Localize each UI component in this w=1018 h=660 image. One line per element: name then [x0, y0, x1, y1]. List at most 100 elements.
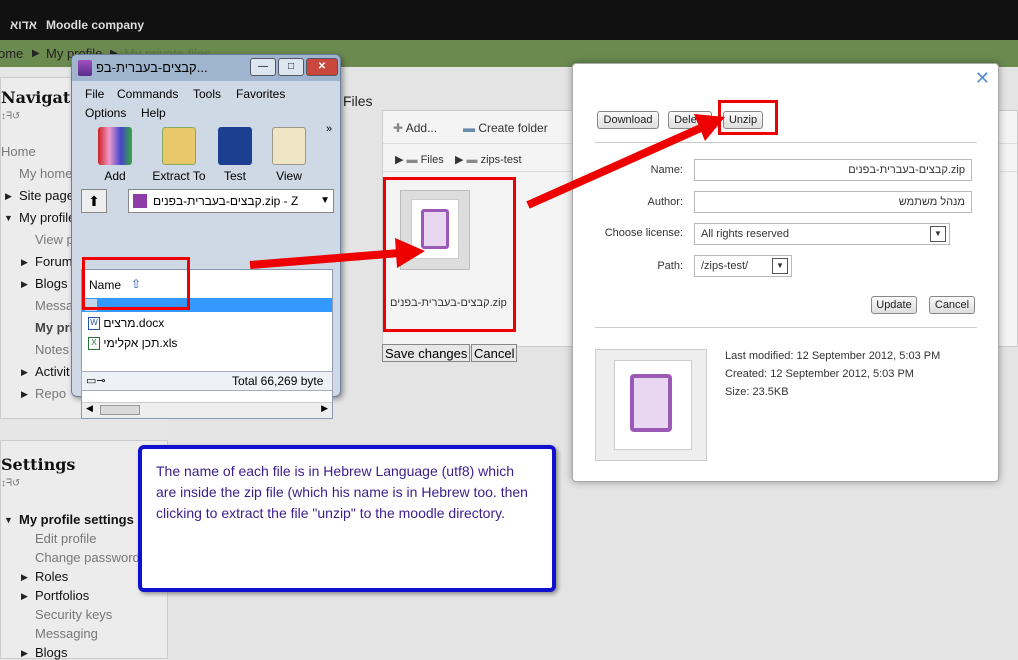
- expand-icon[interactable]: ▶: [21, 648, 28, 659]
- nav-my-profile[interactable]: My profile: [19, 210, 75, 225]
- winrar-title: קבצים-בעברית-בפ...: [96, 60, 208, 75]
- nav-activity[interactable]: Activit: [35, 364, 70, 379]
- update-button[interactable]: Update: [871, 296, 917, 314]
- close-button[interactable]: ✕: [306, 58, 338, 76]
- company-link[interactable]: Moodle company: [46, 18, 144, 32]
- path-select[interactable]: /zips-test/▼: [694, 255, 792, 277]
- dialog-cancel-button[interactable]: Cancel: [929, 296, 975, 314]
- menu-tools[interactable]: Tools: [193, 87, 221, 101]
- dock-icons[interactable]: ↕ᖷ↺: [1, 111, 20, 122]
- settings-messaging[interactable]: Messaging: [35, 626, 98, 641]
- breadcrumb-sep: ▶: [32, 48, 40, 59]
- minimize-button[interactable]: —: [250, 58, 276, 76]
- scroll-left-icon[interactable]: ◀: [86, 403, 93, 414]
- path-label: Path:: [657, 260, 683, 272]
- nav-my-private-files: My pri: [35, 320, 74, 335]
- close-icon[interactable]: ✕: [975, 68, 990, 89]
- nav-forums[interactable]: Forum: [35, 254, 73, 269]
- breadcrumb-home[interactable]: ome: [0, 46, 23, 61]
- menu-commands[interactable]: Commands: [117, 87, 178, 101]
- expand-icon[interactable]: ▶: [21, 367, 28, 378]
- settings-roles[interactable]: Roles: [35, 569, 68, 584]
- files-heading: Files: [343, 93, 373, 109]
- menu-favorites[interactable]: Favorites: [236, 87, 285, 101]
- scroll-thumb[interactable]: [100, 405, 140, 415]
- expand-icon[interactable]: ▶: [21, 591, 28, 602]
- horizontal-scrollbar[interactable]: ◀ ▶: [82, 402, 332, 418]
- status-total: Total 66,269 byte: [232, 374, 324, 388]
- top-bar: אדוא Moodle company: [0, 0, 1018, 40]
- test-icon: [218, 127, 252, 165]
- name-label: Name:: [650, 164, 683, 176]
- nav-my-home[interactable]: My home: [19, 166, 72, 181]
- delete-button[interactable]: Delete: [668, 111, 712, 129]
- settings-change-password[interactable]: Change password: [35, 550, 140, 565]
- path-dropdown[interactable]: קבצים-בעברית-בפנים.zip - Z ▼: [128, 189, 334, 213]
- expand-icon[interactable]: ▶: [21, 279, 28, 290]
- collapse-icon[interactable]: ▼: [4, 213, 13, 223]
- add-file-button[interactable]: ✚ Add...: [393, 121, 437, 135]
- scroll-right-icon[interactable]: ▶: [321, 403, 328, 414]
- dock-icons[interactable]: ↕ᖷ↺: [1, 478, 20, 489]
- archive-icon: [133, 194, 147, 208]
- path-files[interactable]: ▶ ▬ Files: [395, 153, 444, 166]
- expand-icon[interactable]: ▶: [5, 191, 12, 202]
- hebrew-link[interactable]: אדוא: [10, 18, 37, 32]
- expand-icon[interactable]: ▶: [21, 389, 28, 400]
- settings-blogs[interactable]: Blogs: [35, 645, 68, 660]
- annotation-box-files: [82, 257, 190, 310]
- view-icon: [272, 127, 306, 165]
- expand-icon[interactable]: ▶: [21, 572, 28, 583]
- nav-home[interactable]: Home: [1, 144, 36, 159]
- nav-site-pages[interactable]: Site page: [19, 188, 74, 203]
- file-preview: [595, 349, 707, 461]
- path-zips[interactable]: ▶ ▬ zips-test: [455, 153, 522, 166]
- toolbar-extract[interactable]: Extract To: [149, 127, 209, 183]
- nav-messages[interactable]: Messa: [35, 298, 73, 313]
- author-field[interactable]: מנהל משתמש: [694, 191, 972, 213]
- menu-options[interactable]: Options: [85, 106, 126, 120]
- create-folder-button[interactable]: ▬ Create folder: [463, 121, 548, 135]
- menu-file[interactable]: File: [85, 87, 104, 101]
- nav-blogs[interactable]: Blogs: [35, 276, 68, 291]
- up-folder-button[interactable]: ⬆: [81, 189, 107, 213]
- toolbar-test[interactable]: Test: [210, 127, 260, 183]
- maximize-button[interactable]: □: [278, 58, 304, 76]
- nav-view-profile[interactable]: View p: [35, 232, 74, 247]
- toolbar-view[interactable]: View: [264, 127, 314, 183]
- last-modified: Last modified: 12 September 2012, 5:03 P…: [725, 350, 941, 362]
- zip-icon: [630, 374, 672, 432]
- collapse-icon[interactable]: ▼: [4, 515, 13, 525]
- settings-security-keys[interactable]: Security keys: [35, 607, 112, 622]
- annotation-box-zip: [383, 177, 516, 332]
- name-field[interactable]: קבצים-בעברית-בפנים.zip: [694, 159, 972, 181]
- menu-help[interactable]: Help: [141, 106, 166, 120]
- word-doc-icon: W: [88, 317, 100, 331]
- toolbar-overflow-icon[interactable]: »: [326, 123, 332, 135]
- table-row[interactable]: W מרצים.docx: [88, 316, 164, 331]
- expand-icon[interactable]: ▶: [21, 257, 28, 268]
- cancel-button[interactable]: Cancel: [471, 344, 518, 362]
- settings-title: Settings: [1, 455, 76, 474]
- download-button[interactable]: Download: [597, 111, 659, 129]
- annotation-box-unzip: [718, 100, 778, 135]
- folder-icon: ▬: [463, 121, 475, 135]
- excel-doc-icon: X: [88, 337, 100, 351]
- extract-icon: [162, 127, 196, 165]
- archive-add-icon: [98, 127, 132, 165]
- status-bar: ▭⊸ Total 66,269 byte: [81, 371, 333, 391]
- drive-key-icon: ▭⊸: [86, 375, 106, 387]
- settings-portfolios[interactable]: Portfolios: [35, 588, 89, 603]
- table-row[interactable]: X תכן אקלימי.xls: [88, 336, 177, 351]
- chevron-down-icon: ▼: [772, 258, 788, 274]
- nav-reports[interactable]: Repo: [35, 386, 66, 401]
- settings-profile[interactable]: My profile settings: [19, 512, 134, 527]
- up-arrow-icon: ⬆: [88, 193, 100, 209]
- created: Created: 12 September 2012, 5:03 PM: [725, 368, 914, 380]
- save-changes-button[interactable]: Save changes: [382, 344, 471, 362]
- toolbar-add[interactable]: Add: [90, 127, 140, 183]
- settings-edit-profile[interactable]: Edit profile: [35, 531, 96, 546]
- license-select[interactable]: All rights reserved ▼: [694, 223, 950, 245]
- nav-notes[interactable]: Notes: [35, 342, 69, 357]
- winrar-icon: [78, 60, 92, 76]
